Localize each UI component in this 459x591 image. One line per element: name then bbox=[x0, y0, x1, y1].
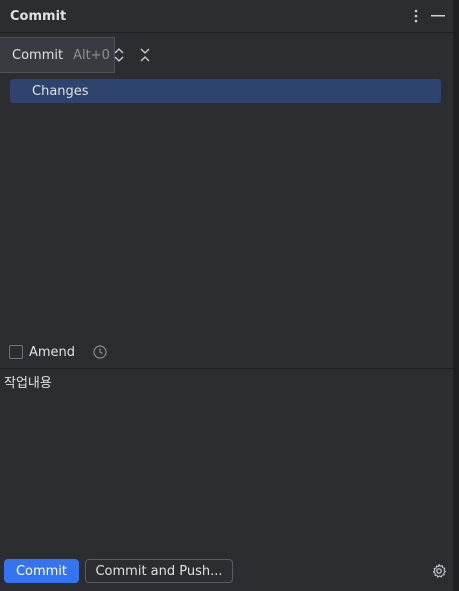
tooltip-shortcut: Alt+0 bbox=[73, 47, 110, 63]
commit-message-input[interactable]: 작업내용 bbox=[0, 369, 459, 555]
panel-title: Commit bbox=[10, 8, 67, 24]
commit-toolbar: Commit Alt+0 bbox=[0, 37, 459, 73]
panel-header: Commit bbox=[0, 0, 459, 33]
gear-icon[interactable] bbox=[431, 563, 447, 579]
changes-group-label: Changes bbox=[32, 83, 89, 99]
tooltip-label: Commit bbox=[12, 47, 64, 63]
panel-edge bbox=[453, 0, 459, 591]
collapse-all-icon[interactable] bbox=[135, 45, 155, 65]
amend-label: Amend bbox=[29, 344, 76, 360]
amend-checkbox[interactable] bbox=[9, 345, 23, 359]
tooltip: Commit Alt+0 bbox=[0, 37, 115, 73]
changes-group[interactable]: Changes bbox=[10, 79, 441, 103]
expand-all-icon[interactable] bbox=[109, 45, 129, 65]
amend-row: Amend bbox=[9, 343, 107, 361]
commit-button[interactable]: Commit bbox=[4, 559, 79, 583]
more-options-icon[interactable] bbox=[405, 5, 427, 27]
history-icon[interactable] bbox=[93, 345, 107, 359]
commit-message-text: 작업내용 bbox=[4, 376, 52, 391]
commit-and-push-button[interactable]: Commit and Push... bbox=[85, 559, 233, 583]
changes-tree: Changes bbox=[0, 74, 459, 340]
minimize-icon[interactable] bbox=[427, 5, 449, 27]
